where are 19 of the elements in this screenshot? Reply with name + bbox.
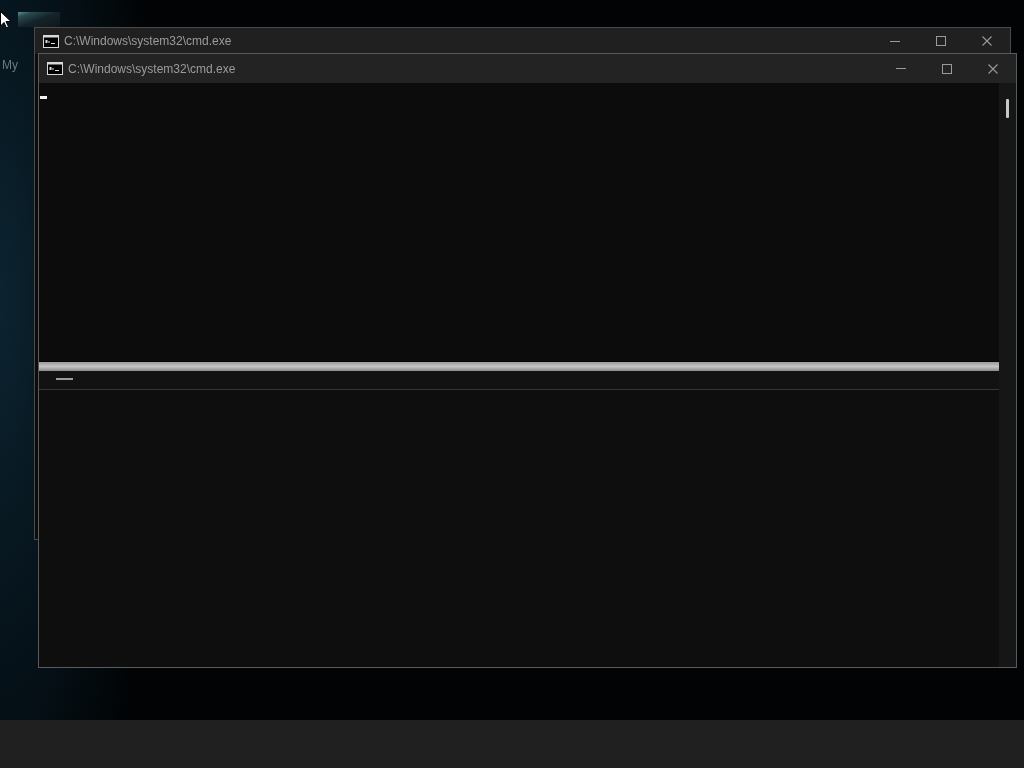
desktop-shortcut-icon[interactable] — [18, 12, 60, 27]
minimize-icon — [890, 40, 900, 42]
scrollbar-thumb[interactable] — [39, 361, 999, 371]
desktop-icon-label[interactable]: My — [2, 58, 18, 72]
text-cursor-icon — [40, 96, 47, 99]
scrollbar-thumb[interactable] — [1006, 99, 1009, 118]
maximize-icon — [942, 63, 952, 74]
title-bar[interactable]: C:\Windows\system32\cmd.exe — [35, 28, 1010, 54]
title-bar[interactable]: C:\Windows\system32\cmd.exe — [39, 54, 1016, 83]
dash-icon — [56, 377, 73, 380]
console-icon — [43, 34, 59, 48]
maximize-icon — [936, 36, 946, 46]
scrollbar-track[interactable] — [999, 83, 1016, 667]
minimize-icon — [896, 68, 906, 69]
close-icon — [982, 36, 992, 46]
window-title: C:\Windows\system32\cmd.exe — [64, 34, 232, 48]
console-icon — [47, 62, 63, 75]
close-icon — [988, 63, 998, 74]
window-title: C:\Windows\system32\cmd.exe — [68, 61, 236, 76]
